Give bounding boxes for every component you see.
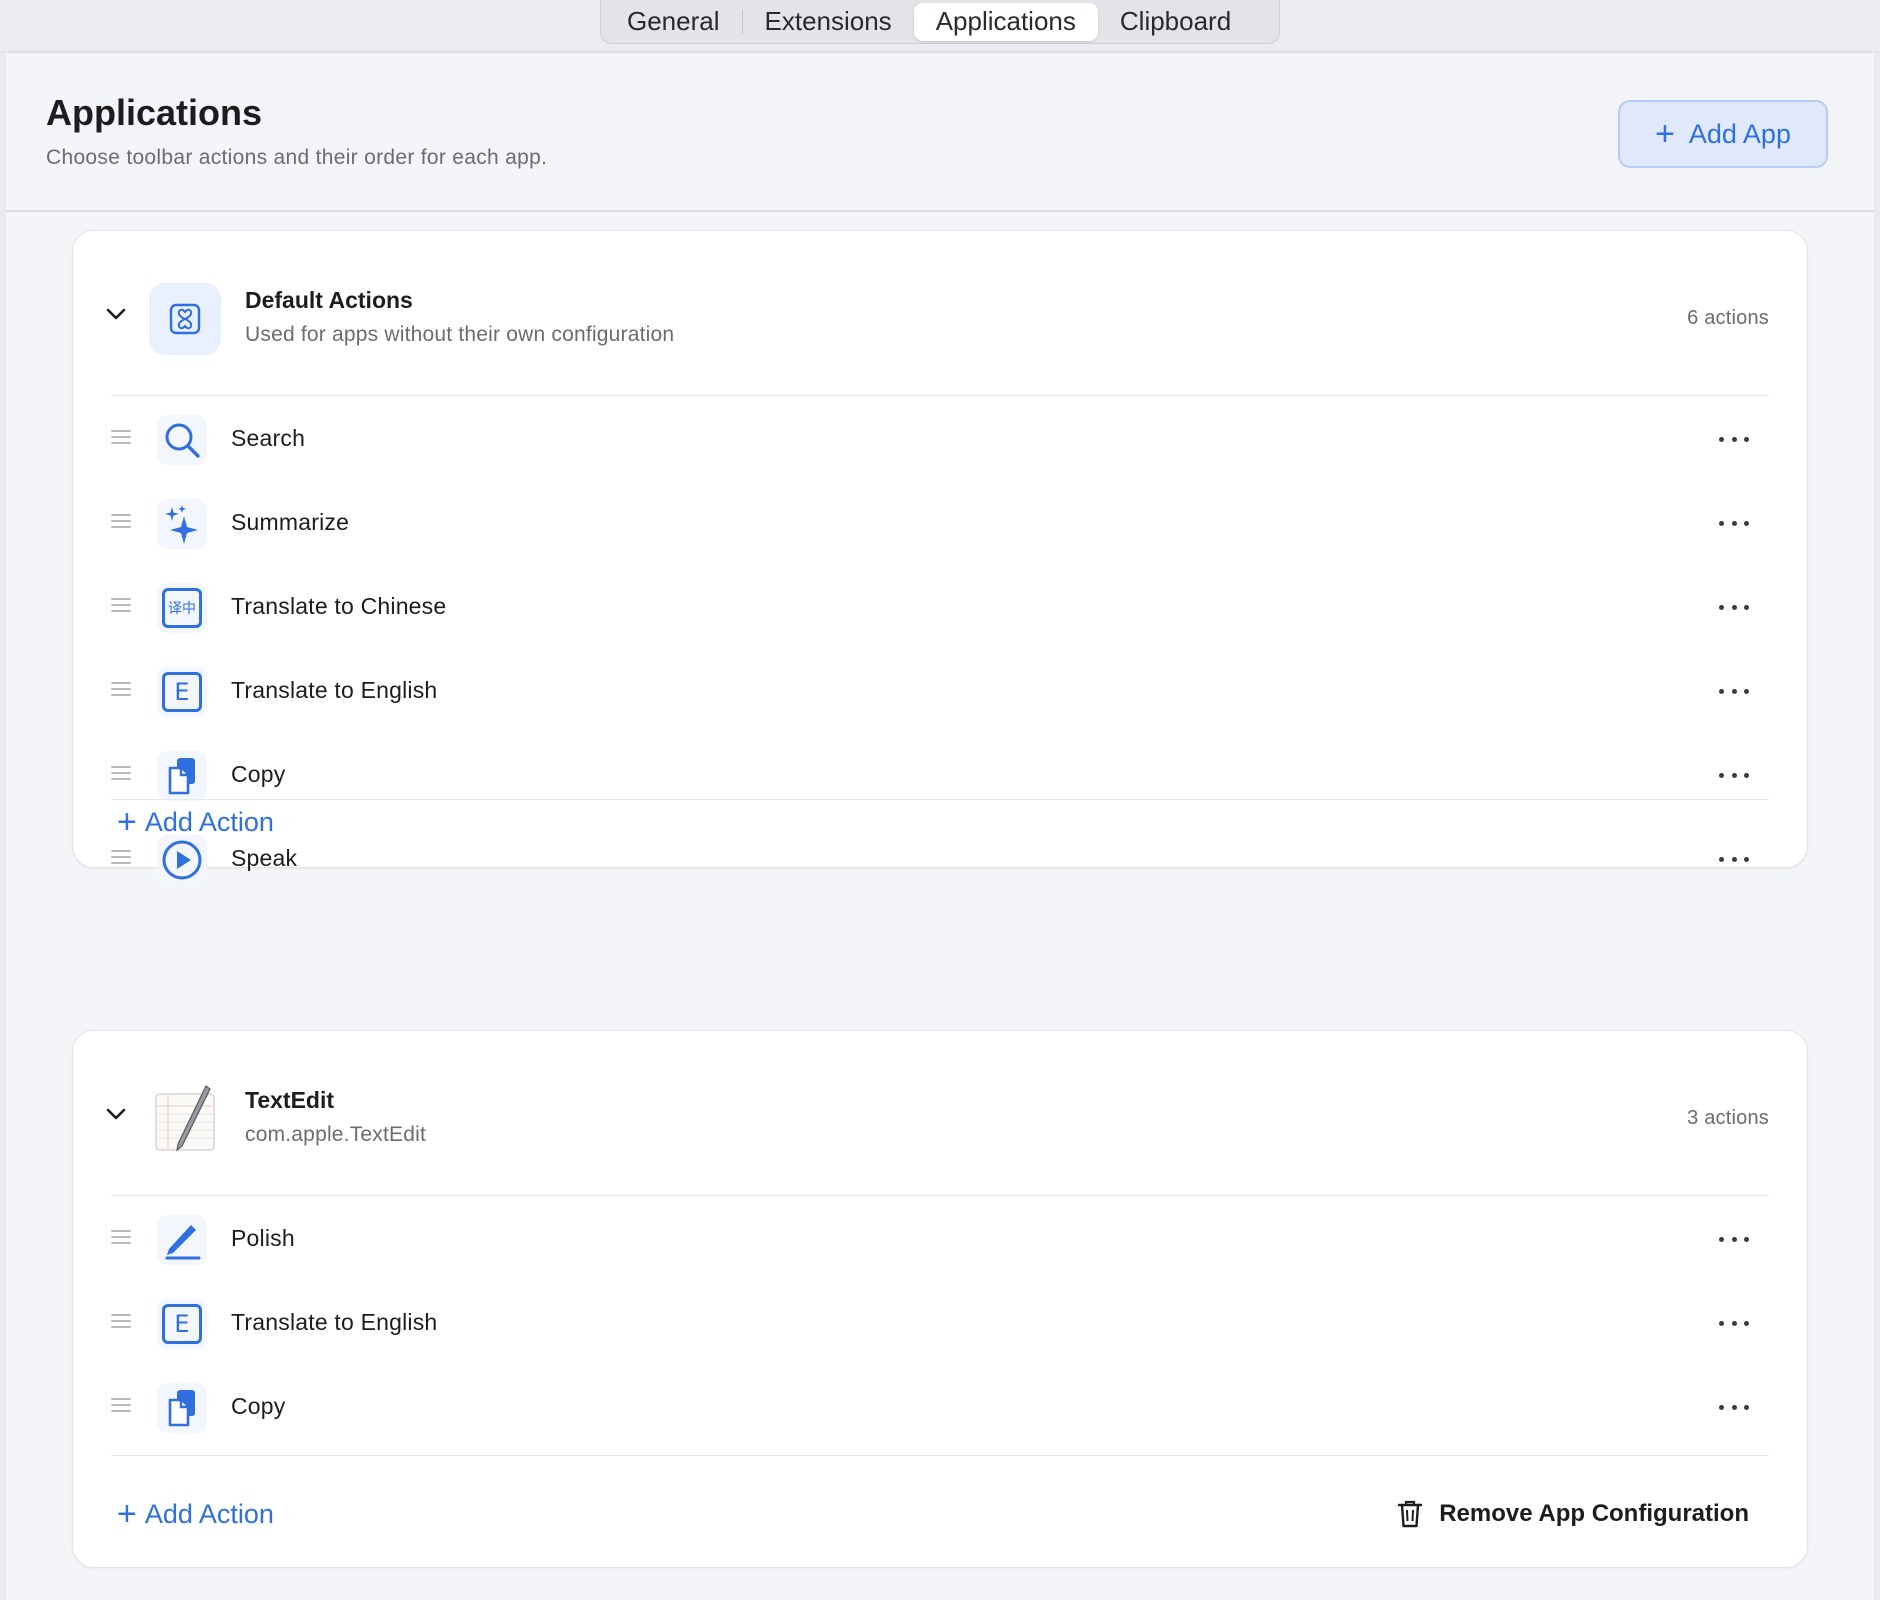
card-title: Default Actions xyxy=(245,287,413,313)
drag-handle-icon[interactable] xyxy=(111,1230,131,1244)
add-app-label: Add App xyxy=(1688,118,1791,149)
list-item-translate-chinese[interactable]: 译中 Translate to Chinese xyxy=(73,565,1807,649)
action-label: Polish xyxy=(231,1225,295,1251)
action-label: Speak xyxy=(231,845,298,871)
add-action-button[interactable]: + Add Action xyxy=(117,805,274,839)
list-item-copy[interactable]: Copy xyxy=(73,1365,1807,1449)
card-title: TextEdit xyxy=(245,1087,335,1113)
action-label: Search xyxy=(231,425,306,451)
divider xyxy=(111,799,1769,800)
drag-handle-icon[interactable] xyxy=(111,514,131,528)
content-area: Applications Choose toolbar actions and … xyxy=(6,54,1874,1600)
trash-icon xyxy=(1398,1500,1423,1528)
divider xyxy=(111,1195,1769,1196)
list-item-summarize[interactable]: Summarize xyxy=(73,481,1807,565)
page-header: Applications Choose toolbar actions and … xyxy=(6,54,1874,212)
card-subtitle: Used for apps without their own configur… xyxy=(245,323,675,346)
search-icon xyxy=(157,415,207,465)
tab-extensions[interactable]: Extensions xyxy=(743,3,914,41)
action-count: 3 actions xyxy=(1687,1107,1769,1129)
drag-handle-icon[interactable] xyxy=(111,598,131,612)
add-action-button[interactable]: + Add Action xyxy=(117,1497,274,1531)
action-label: Translate to Chinese xyxy=(231,593,447,619)
plus-icon: + xyxy=(117,803,137,841)
list-item-copy[interactable]: Copy xyxy=(73,733,1807,817)
translate-english-glyph: E xyxy=(162,1304,202,1344)
default-actions-card: Default Actions Used for apps without th… xyxy=(72,230,1808,885)
remove-app-configuration-button[interactable]: Remove App Configuration xyxy=(1397,1499,1749,1529)
list-item-polish[interactable]: Polish xyxy=(73,1197,1807,1281)
page-title: Applications xyxy=(46,92,263,133)
plus-icon: + xyxy=(1655,115,1675,153)
card-header[interactable]: Default Actions Used for apps without th… xyxy=(73,231,1807,395)
action-list: Polish E Translate to English Copy xyxy=(73,1197,1807,1449)
more-icon[interactable] xyxy=(1719,679,1749,703)
add-app-button[interactable]: + Add App xyxy=(1618,100,1828,168)
copy-icon xyxy=(157,751,207,801)
chevron-down-icon[interactable] xyxy=(105,1103,127,1125)
remove-config-label: Remove App Configuration xyxy=(1439,1500,1749,1527)
sparkles-icon xyxy=(157,499,207,549)
action-label: Summarize xyxy=(231,509,350,535)
divider xyxy=(111,395,1769,396)
action-label: Translate to English xyxy=(231,677,438,703)
list-item-speak[interactable]: Speak xyxy=(73,817,1807,901)
more-icon[interactable] xyxy=(1719,427,1749,451)
translate-english-icon: E xyxy=(157,1299,207,1349)
more-icon[interactable] xyxy=(1719,511,1749,535)
more-icon[interactable] xyxy=(1719,763,1749,787)
card-header[interactable]: TextEdit com.apple.TextEdit 3 actions xyxy=(73,1031,1807,1195)
divider xyxy=(111,1455,1769,1456)
more-icon[interactable] xyxy=(1719,1227,1749,1251)
textedit-app-icon xyxy=(149,1083,221,1155)
more-icon[interactable] xyxy=(1719,847,1749,871)
action-label: Copy xyxy=(231,1393,286,1419)
tab-bar: General Extensions Applications Clipboar… xyxy=(600,0,1280,44)
list-item-translate-english[interactable]: E Translate to English xyxy=(73,649,1807,733)
drag-handle-icon[interactable] xyxy=(111,766,131,780)
pencil-icon xyxy=(157,1215,207,1265)
play-circle-icon xyxy=(157,835,207,885)
textedit-card: TextEdit com.apple.TextEdit 3 actions Po… xyxy=(72,1030,1808,1568)
card-subtitle: com.apple.TextEdit xyxy=(245,1123,427,1146)
action-list: Search Summarize 译中 Translate to Chinese… xyxy=(73,397,1807,901)
action-label: Translate to English xyxy=(231,1309,438,1335)
app-grid-icon xyxy=(149,283,221,355)
drag-handle-icon[interactable] xyxy=(111,1314,131,1328)
add-action-label: Add Action xyxy=(144,806,274,837)
more-icon[interactable] xyxy=(1719,1395,1749,1419)
translate-english-glyph: E xyxy=(162,672,202,712)
drag-handle-icon[interactable] xyxy=(111,1398,131,1412)
drag-handle-icon[interactable] xyxy=(111,850,131,864)
list-item-search[interactable]: Search xyxy=(73,397,1807,481)
plus-icon: + xyxy=(117,1495,137,1533)
translate-english-icon: E xyxy=(157,667,207,717)
add-action-label: Add Action xyxy=(144,1498,274,1529)
tab-clipboard[interactable]: Clipboard xyxy=(1098,3,1253,41)
settings-window: General Extensions Applications Clipboar… xyxy=(0,0,1880,1600)
more-icon[interactable] xyxy=(1719,595,1749,619)
action-count: 6 actions xyxy=(1687,307,1769,329)
more-icon[interactable] xyxy=(1719,1311,1749,1335)
tab-general[interactable]: General xyxy=(605,3,742,41)
page-subtitle: Choose toolbar actions and their order f… xyxy=(46,146,548,169)
drag-handle-icon[interactable] xyxy=(111,682,131,696)
chevron-down-icon[interactable] xyxy=(105,303,127,325)
translate-chinese-glyph: 译中 xyxy=(162,588,202,628)
tab-applications[interactable]: Applications xyxy=(913,2,1098,41)
copy-icon xyxy=(157,1383,207,1433)
drag-handle-icon[interactable] xyxy=(111,430,131,444)
translate-chinese-icon: 译中 xyxy=(157,583,207,633)
list-item-translate-english[interactable]: E Translate to English xyxy=(73,1281,1807,1365)
action-label: Copy xyxy=(231,761,286,787)
